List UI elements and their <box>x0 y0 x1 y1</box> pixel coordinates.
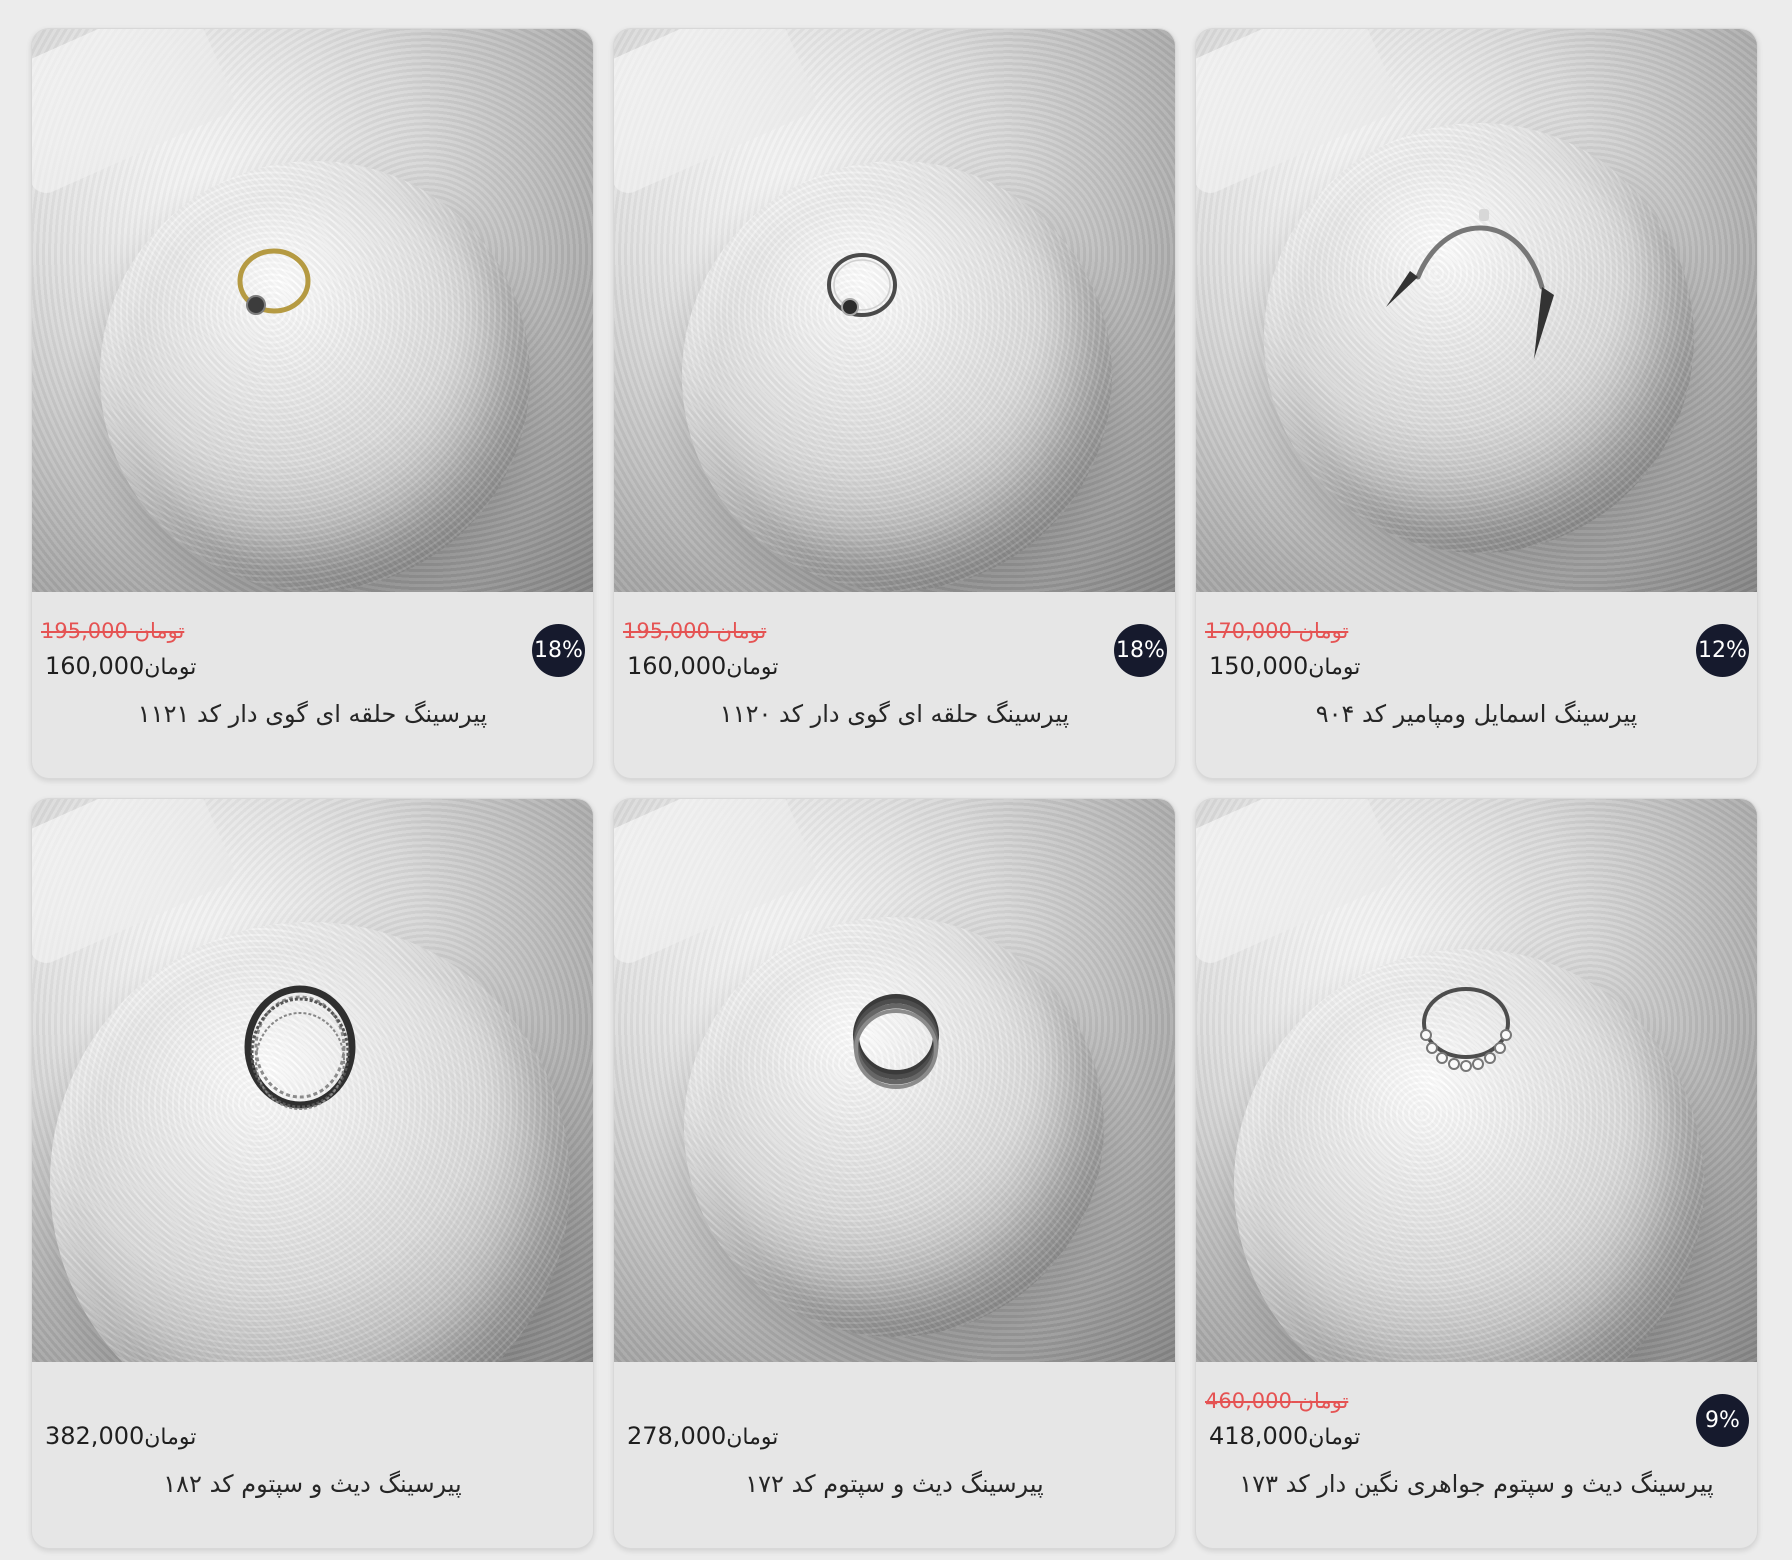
product-card-1120[interactable]: تومان 195,000 تومان160,000 18% پیرسینگ ح… <box>613 28 1176 779</box>
product-image[interactable] <box>614 799 1175 1362</box>
current-price: تومان150,000 <box>1209 652 1361 680</box>
product-info: تومان 195,000 تومان160,000 18% پیرسینگ ح… <box>614 592 1175 778</box>
fabric-background <box>614 29 821 199</box>
product-image[interactable] <box>32 29 593 592</box>
product-info: تومان 195,000 تومان160,000 18% پیرسینگ ح… <box>32 592 593 778</box>
product-image[interactable] <box>614 29 1175 592</box>
jeweled-ring-icon <box>1420 987 1512 1072</box>
current-price: تومان160,000 <box>627 652 779 680</box>
old-price: تومان 195,000 <box>41 619 185 643</box>
discount-badge: 18% <box>532 624 585 677</box>
silver-ring-icon <box>827 253 897 317</box>
gold-ring-icon <box>237 248 311 315</box>
current-price: تومان418,000 <box>1209 1422 1361 1450</box>
product-info: تومان278,000 پیرسینگ دیث و سپتوم کد ۱۷۲ <box>614 1362 1175 1548</box>
stacked-ring-icon <box>853 994 939 1089</box>
product-card-173[interactable]: تومان 460,000 تومان418,000 9% پیرسینگ دی… <box>1195 798 1758 1549</box>
product-card-1121[interactable]: تومان 195,000 تومان160,000 18% پیرسینگ ح… <box>31 28 594 779</box>
product-image[interactable] <box>1196 799 1757 1362</box>
product-title[interactable]: پیرسینگ حلقه ای گوی دار کد ۱۱۲۱ <box>32 700 593 728</box>
current-price: تومان382,000 <box>45 1422 197 1450</box>
product-title[interactable]: پیرسینگ دیث و سپتوم کد ۱۷۲ <box>614 1470 1175 1498</box>
discount-badge: 12% <box>1696 624 1749 677</box>
product-title[interactable]: پیرسینگ حلقه ای گوی دار کد ۱۱۲۰ <box>614 700 1175 728</box>
old-price: تومان 170,000 <box>1205 619 1349 643</box>
fabric-background <box>614 799 821 969</box>
product-card-172[interactable]: تومان278,000 پیرسینگ دیث و سپتوم کد ۱۷۲ <box>613 798 1176 1549</box>
textured-sphere <box>682 161 1112 591</box>
spike-ring-icon <box>1386 209 1554 359</box>
textured-sphere <box>684 917 1104 1337</box>
product-title[interactable]: پیرسینگ دیث و سپتوم کد ۱۸۲ <box>32 1470 593 1498</box>
twisted-ring-icon <box>244 985 356 1110</box>
product-title[interactable]: پیرسینگ اسمایل ومپامیر کد ۹۰۴ <box>1196 700 1757 728</box>
product-image[interactable] <box>32 799 593 1362</box>
product-title[interactable]: پیرسینگ دیث و سپتوم جواهری نگین دار کد ۱… <box>1196 1470 1757 1498</box>
product-card-904[interactable]: تومان 170,000 تومان150,000 12% پیرسینگ ا… <box>1195 28 1758 779</box>
product-card-182[interactable]: تومان382,000 پیرسینگ دیث و سپتوم کد ۱۸۲ <box>31 798 594 1549</box>
discount-badge: 9% <box>1696 1394 1749 1447</box>
fabric-background <box>1196 799 1403 969</box>
product-image[interactable] <box>1196 29 1757 592</box>
old-price: تومان 195,000 <box>623 619 767 643</box>
current-price: تومان278,000 <box>627 1422 779 1450</box>
old-price: تومان 460,000 <box>1205 1389 1349 1413</box>
discount-badge: 18% <box>1114 624 1167 677</box>
product-grid: تومان 195,000 تومان160,000 18% پیرسینگ ح… <box>31 28 1758 1549</box>
fabric-background <box>32 29 239 199</box>
current-price: تومان160,000 <box>45 652 197 680</box>
product-info: تومان 460,000 تومان418,000 9% پیرسینگ دی… <box>1196 1362 1757 1548</box>
textured-sphere <box>100 161 530 591</box>
product-grid-page: تومان 195,000 تومان160,000 18% پیرسینگ ح… <box>0 0 1792 1560</box>
product-info: تومان 170,000 تومان150,000 12% پیرسینگ ا… <box>1196 592 1757 778</box>
product-info: تومان382,000 پیرسینگ دیث و سپتوم کد ۱۸۲ <box>32 1362 593 1548</box>
